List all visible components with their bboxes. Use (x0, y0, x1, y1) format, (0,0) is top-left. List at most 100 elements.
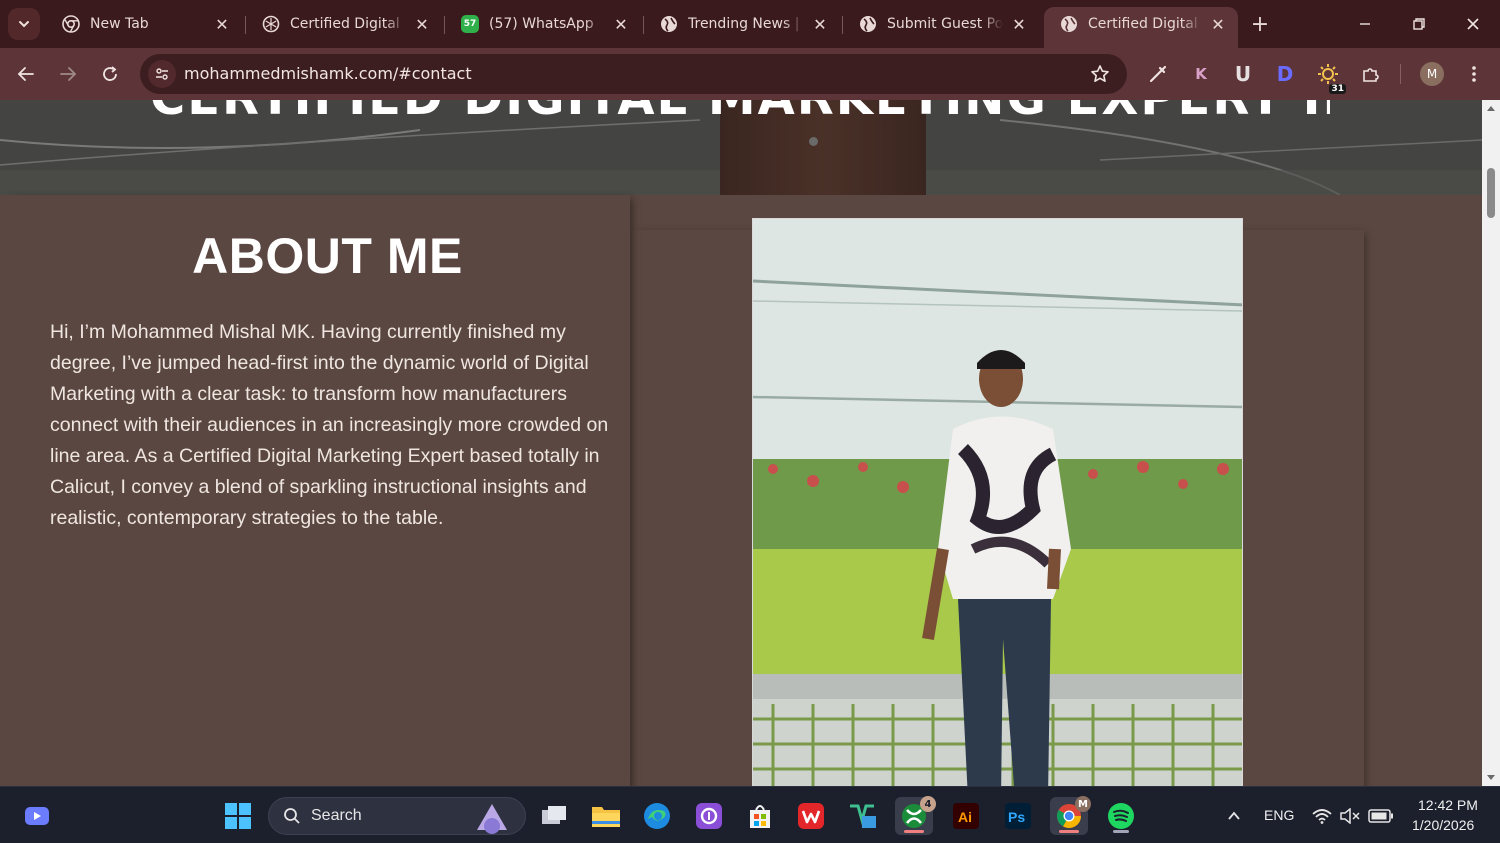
site-settings-icon[interactable] (148, 60, 176, 88)
minimize-icon (1360, 23, 1370, 25)
restore-button[interactable] (1397, 8, 1441, 40)
close-tab-icon[interactable]: ✕ (212, 14, 232, 34)
chrome-app-icon[interactable]: M (1050, 796, 1091, 835)
search-icon (284, 808, 300, 824)
globe-icon (660, 15, 678, 33)
language-indicator[interactable]: ENG (1264, 807, 1294, 823)
scroll-down-arrow-icon[interactable] (1486, 772, 1496, 782)
tab-title: New Tab (90, 16, 149, 32)
chatgpt-icon (262, 15, 280, 33)
hero-heading: CERTIFIED DIGITAL MARKETING EXPERT IN CA… (150, 100, 1330, 126)
xbox-app-icon[interactable]: 4 (895, 796, 936, 835)
minimize-button[interactable] (1343, 8, 1387, 40)
toolbar-separator (1400, 64, 1401, 84)
page-scrollbar[interactable] (1482, 100, 1500, 786)
close-tab-icon[interactable]: ✕ (810, 14, 830, 34)
wifi-icon[interactable] (1308, 797, 1336, 835)
sun-extension-icon[interactable]: 31 (1314, 60, 1346, 94)
web-page: CERTIFIED DIGITAL MARKETING EXPERT IN CA… (0, 100, 1482, 786)
svg-text:Ai: Ai (958, 809, 972, 825)
ubersuggest-extension-icon[interactable]: U (1229, 60, 1257, 88)
bookmark-star-icon[interactable] (1089, 63, 1111, 85)
new-tab-button[interactable]: + (1248, 12, 1272, 37)
wps-office-icon[interactable] (792, 797, 830, 835)
profile-badge: M (1075, 796, 1091, 812)
active-indicator (904, 830, 924, 833)
battery-icon[interactable] (1366, 797, 1396, 835)
about-section: ABOUT ME Hi, I’m Mohammed Mishal MK. Hav… (0, 195, 630, 786)
keywords-extension-icon[interactable]: K (1187, 60, 1215, 88)
tab-title: (57) WhatsApp (489, 16, 594, 32)
browser-toolbar: mohammedmishamk.com/#contact K U D 31 M (0, 48, 1500, 100)
hero-button-detail (809, 137, 818, 146)
tab-whatsapp[interactable]: 57 (57) WhatsApp ✕ (445, 7, 641, 41)
tab-title: Certified Digital Marketing Expert (290, 16, 406, 32)
spotify-icon[interactable] (1102, 797, 1140, 835)
close-tab-icon[interactable]: ✕ (1009, 14, 1029, 34)
close-icon (1467, 18, 1479, 30)
clock-time[interactable]: 12:42 PM (1418, 797, 1478, 813)
tab-submit-guest-post[interactable]: Submit Guest Post ✕ (843, 7, 1039, 41)
address-bar[interactable]: mohammedmishamk.com/#contact (140, 54, 1127, 94)
scroll-thumb[interactable] (1487, 168, 1495, 218)
globe-icon (1060, 15, 1078, 33)
taskbar-search-box[interactable]: Search (268, 797, 526, 835)
menu-kebab-icon[interactable] (1460, 60, 1488, 88)
active-indicator (1059, 830, 1079, 833)
tab-new-tab[interactable]: New Tab ✕ (46, 7, 242, 41)
close-tab-icon[interactable]: ✕ (611, 14, 631, 34)
back-button[interactable] (10, 58, 42, 90)
tab-title: Certified Digital Marketing Expert (1088, 16, 1202, 32)
profile-avatar[interactable]: M (1420, 62, 1444, 86)
illustrator-icon[interactable]: Ai (947, 797, 985, 835)
tab-title: Trending News | India (688, 16, 804, 32)
file-explorer-icon[interactable] (587, 797, 625, 835)
forward-button[interactable] (52, 58, 84, 90)
reload-button[interactable] (94, 58, 126, 90)
svg-text:Ps: Ps (1008, 809, 1025, 825)
chevron-down-icon (19, 21, 29, 28)
notification-badge: 4 (920, 796, 936, 812)
profile-photo (752, 218, 1243, 786)
windows-taskbar: Search 4 Ai Ps M ENG 12:42 PM 1/20/2026 (0, 786, 1500, 843)
close-window-button[interactable] (1451, 8, 1495, 40)
search-highlight-icon (477, 804, 507, 834)
tab-title: Submit Guest Post (887, 16, 1003, 32)
volume-muted-icon[interactable] (1336, 797, 1364, 835)
reload-icon (103, 66, 117, 81)
address-url: mohammedmishamk.com/#contact (184, 64, 472, 83)
hero-banner: CERTIFIED DIGITAL MARKETING EXPERT IN CA… (0, 100, 1482, 195)
about-body: Hi, I’m Mohammed Mishal MK. Having curre… (50, 321, 609, 529)
copilot-app-icon[interactable] (690, 797, 728, 835)
tab-certified-digital-1[interactable]: Certified Digital Marketing Expert ✕ (246, 7, 442, 41)
color-picker-extension-icon[interactable] (1144, 60, 1172, 88)
taskbar-search-label: Search (311, 807, 362, 824)
close-tab-icon[interactable]: ✕ (1208, 14, 1228, 34)
arrow-right-icon (60, 67, 77, 81)
microsoft-store-icon[interactable] (741, 797, 779, 835)
detailed-seo-extension-icon[interactable]: D (1271, 60, 1299, 88)
extension-badge: 31 (1329, 84, 1346, 94)
whatsapp-icon: 57 (461, 15, 479, 33)
tab-trending-news[interactable]: Trending News | India ✕ (644, 7, 840, 41)
clock-date[interactable]: 1/20/2026 (1412, 817, 1474, 833)
windows-start-icon[interactable] (219, 797, 257, 835)
tab-search-button[interactable] (8, 8, 40, 40)
task-view-icon[interactable] (535, 797, 573, 835)
vscode-app-icon[interactable] (844, 797, 882, 835)
tab-strip: New Tab ✕ Certified Digital Marketing Ex… (0, 0, 1500, 48)
zoom-meeting-icon[interactable] (18, 797, 56, 835)
restore-icon (1413, 18, 1425, 30)
photoshop-icon[interactable]: Ps (999, 797, 1037, 835)
extensions-puzzle-icon[interactable] (1357, 60, 1385, 88)
close-tab-icon[interactable]: ✕ (412, 14, 432, 34)
tab-certified-digital-active[interactable]: Certified Digital Marketing Expert ✕ (1044, 7, 1238, 48)
about-title: ABOUT ME (192, 228, 463, 284)
portrait-illustration (753, 219, 1242, 786)
edge-browser-icon[interactable] (638, 797, 676, 835)
arrow-left-icon (17, 67, 34, 81)
globe-icon (859, 15, 877, 33)
chrome-icon (62, 15, 80, 33)
chevron-up-icon[interactable] (1215, 797, 1253, 835)
scroll-up-arrow-icon[interactable] (1486, 104, 1496, 114)
